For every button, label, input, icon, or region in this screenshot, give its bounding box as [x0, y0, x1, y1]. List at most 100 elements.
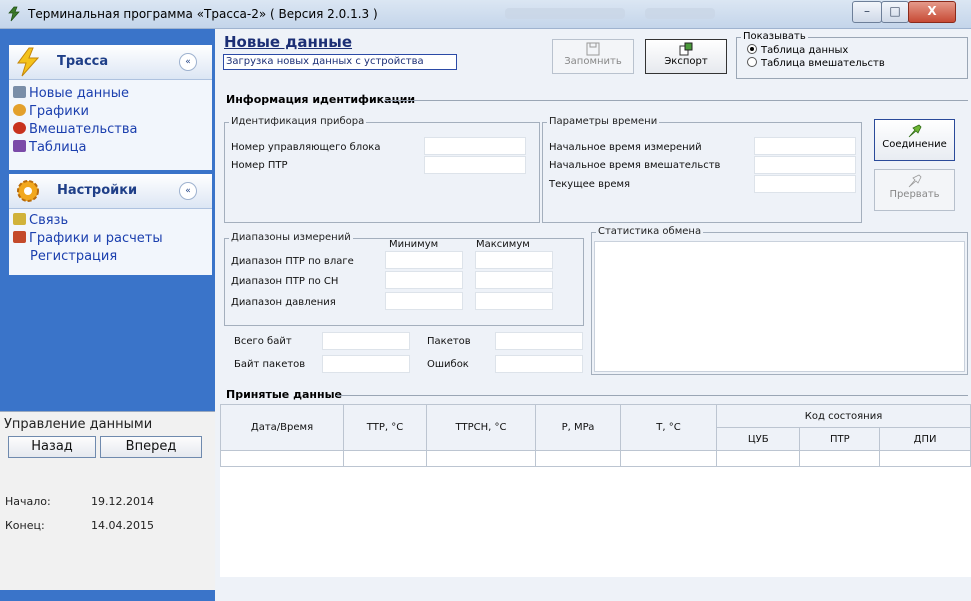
col-ttpch[interactable]: TTPCH, °C: [426, 404, 536, 451]
sidebar-item-charts-calc[interactable]: Графики и расчеты: [13, 231, 163, 246]
divider: [336, 395, 968, 396]
sidebar-item-table[interactable]: Таблица: [13, 140, 87, 155]
data-control-panel: Управление данными Назад Вперед Начало: …: [0, 411, 215, 590]
radio-data-table[interactable]: Таблица данных: [747, 44, 848, 56]
unplug-icon: [908, 174, 921, 188]
table-cell: [879, 450, 971, 467]
col-datetime[interactable]: Дата/Время: [220, 404, 344, 451]
ptr-moisture-max-field[interactable]: [475, 251, 553, 269]
col-ptr[interactable]: ПТР: [799, 427, 881, 451]
col-pressure[interactable]: P, MPa: [535, 404, 621, 451]
ptr-number-field[interactable]: [424, 156, 526, 174]
abort-button[interactable]: Прервать: [874, 169, 955, 211]
interv-start-label: Начальное время вмешательств: [549, 160, 721, 171]
start-label: Начало:: [5, 495, 51, 508]
control-unit-field[interactable]: [424, 137, 526, 155]
close-button[interactable]: X: [908, 1, 956, 23]
received-data-table[interactable]: Дата/Время TTP, °C TTPCH, °C P, MPa T, °…: [220, 404, 971, 577]
table-row[interactable]: [220, 450, 971, 467]
packets-field[interactable]: [495, 332, 583, 350]
radio-checked-icon: [747, 44, 757, 54]
calc-icon: [13, 231, 26, 243]
collapse-icon[interactable]: «: [179, 53, 197, 71]
sidebar-item-new-data[interactable]: Новые данные: [13, 86, 129, 101]
sidebar-section-settings[interactable]: Настройки «: [9, 174, 212, 209]
start-date: 19.12.2014: [91, 495, 154, 508]
ptr-ch-max-field[interactable]: [475, 271, 553, 289]
blurred-text: [505, 8, 625, 19]
packet-bytes-field[interactable]: [322, 355, 410, 373]
show-option-group: Показывать Таблица данных Таблица вмешат…: [736, 31, 968, 79]
table-icon: [13, 140, 26, 152]
sidebar-item-registration[interactable]: Регистрация: [30, 249, 117, 264]
table-cell: [426, 450, 536, 467]
page-title: Новые данные: [224, 33, 353, 51]
collapse-icon[interactable]: «: [179, 182, 197, 200]
total-bytes-label: Всего байт: [234, 336, 292, 347]
pressure-max-field[interactable]: [475, 292, 553, 310]
col-ttp[interactable]: TTP, °C: [343, 404, 427, 451]
ptr-moisture-min-field[interactable]: [385, 251, 463, 269]
table-cell: [715, 450, 801, 467]
table-cell: [343, 450, 427, 467]
data-control-label: Управление данными: [4, 417, 153, 432]
section-title: Настройки: [57, 183, 138, 198]
lightning-icon: [17, 47, 40, 77]
back-button[interactable]: Назад: [8, 436, 96, 458]
table-empty-area: [220, 466, 971, 577]
connect-button[interactable]: Соединение: [874, 119, 955, 161]
app-window: Терминальная программа «Трасса-2» ( Верс…: [0, 0, 971, 601]
gear-icon: [17, 180, 39, 202]
sidebar-item-interventions[interactable]: Вмешательства: [13, 122, 137, 137]
data-icon: [13, 86, 26, 98]
group-legend: Параметры времени: [547, 116, 660, 127]
title-bar[interactable]: Терминальная программа «Трасса-2» ( Верс…: [0, 0, 971, 29]
app-icon: [8, 6, 20, 22]
ptr-ch-min-field[interactable]: [385, 271, 463, 289]
current-time-field[interactable]: [754, 175, 856, 193]
packet-bytes-label: Байт пакетов: [234, 359, 306, 370]
errors-field[interactable]: [495, 355, 583, 373]
ptr-number-label: Номер ПТР: [231, 160, 288, 171]
device-id-group: Идентификация прибора Номер управляющего…: [224, 116, 540, 223]
export-button[interactable]: Экспорт: [645, 39, 727, 74]
col-dpi[interactable]: ДПИ: [879, 427, 971, 451]
col-state-group[interactable]: Код состояния: [716, 404, 971, 428]
meas-start-label: Начальное время измерений: [549, 142, 702, 153]
radio-unchecked-icon: [747, 57, 757, 67]
sidebar-section-trassa[interactable]: Трасса «: [9, 45, 212, 80]
time-params-group: Параметры времени Начальное время измере…: [542, 116, 862, 223]
radio-interventions-table[interactable]: Таблица вмешательств: [747, 57, 885, 69]
col-cub[interactable]: ЦУБ: [715, 427, 801, 451]
forward-button[interactable]: Вперед: [100, 436, 202, 458]
table-cell: [799, 450, 881, 467]
group-legend: Статистика обмена: [596, 226, 704, 237]
link-icon: [13, 213, 26, 225]
sidebar-item-link[interactable]: Связь: [13, 213, 68, 228]
table-cell: [535, 450, 621, 467]
minimize-button[interactable]: –: [852, 1, 882, 23]
exchange-stats-group: Статистика обмена: [591, 226, 968, 375]
table-empty-space: [220, 466, 971, 577]
sidebar-item-charts[interactable]: Графики: [13, 104, 89, 119]
floppy-icon: [586, 42, 600, 56]
end-label: Конец:: [5, 519, 45, 532]
maximize-button[interactable]: □: [881, 1, 909, 23]
errors-label: Ошибок: [427, 359, 469, 370]
min-column-label: Минимум: [389, 239, 439, 250]
page-subtitle: Загрузка новых данных с устройства: [223, 54, 457, 70]
ptr-moisture-label: Диапазон ПТР по влаге: [231, 256, 354, 267]
show-label: Показывать: [741, 31, 808, 42]
group-legend: Диапазоны измерений: [229, 232, 353, 243]
col-temp[interactable]: T, °C: [620, 404, 717, 451]
max-column-label: Максимум: [476, 239, 530, 250]
exchange-stats-log[interactable]: [594, 241, 965, 372]
meas-start-field[interactable]: [754, 137, 856, 155]
pressure-min-field[interactable]: [385, 292, 463, 310]
blurred-text: [645, 8, 715, 19]
total-bytes-field[interactable]: [322, 332, 410, 350]
received-heading: Принятые данные: [226, 388, 342, 401]
interv-start-field[interactable]: [754, 156, 856, 174]
pressure-label: Диапазон давления: [231, 297, 336, 308]
save-button[interactable]: Запомнить: [552, 39, 634, 74]
